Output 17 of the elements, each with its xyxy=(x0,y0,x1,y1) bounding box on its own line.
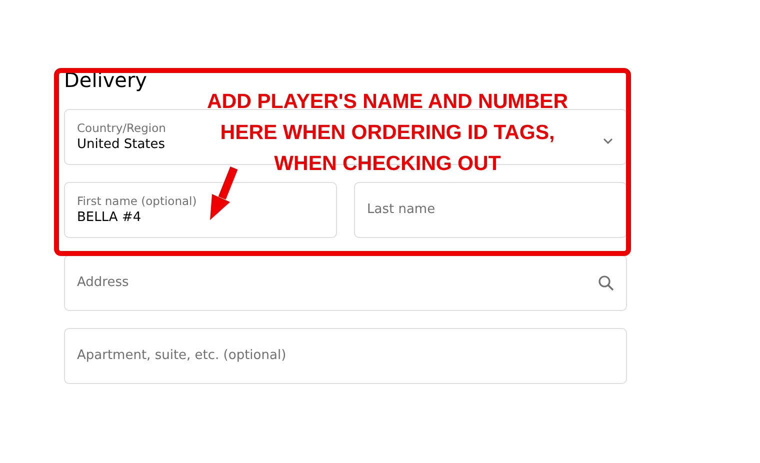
field-label: First name (optional) xyxy=(77,194,197,208)
field-label: Country/Region xyxy=(77,120,166,136)
address-field[interactable]: Address xyxy=(77,274,590,292)
field-box[interactable]: Apartment, suite, etc. (optional) xyxy=(64,328,627,384)
input-field[interactable]: BELLA #4 xyxy=(77,208,163,226)
annotation-line: HERE WHEN ORDERING ID TAGS, xyxy=(220,120,555,146)
annotation-line: ADD PLAYER'S NAME AND NUMBER xyxy=(207,89,568,115)
country-select[interactable]: United States xyxy=(77,136,166,154)
field-box[interactable]: First name (optional) BELLA #4 xyxy=(64,182,337,238)
input-field[interactable]: Apartment, suite, etc. (optional) xyxy=(77,347,614,365)
field-box[interactable]: Last name xyxy=(354,182,627,238)
chevron-down-icon xyxy=(602,137,614,145)
annotation-line: WHEN CHECKING OUT xyxy=(274,151,501,177)
field-box[interactable]: Address xyxy=(64,255,627,311)
input-field[interactable]: Last name xyxy=(367,201,614,219)
section-title: Delivery xyxy=(64,67,148,94)
search-icon xyxy=(598,275,614,291)
